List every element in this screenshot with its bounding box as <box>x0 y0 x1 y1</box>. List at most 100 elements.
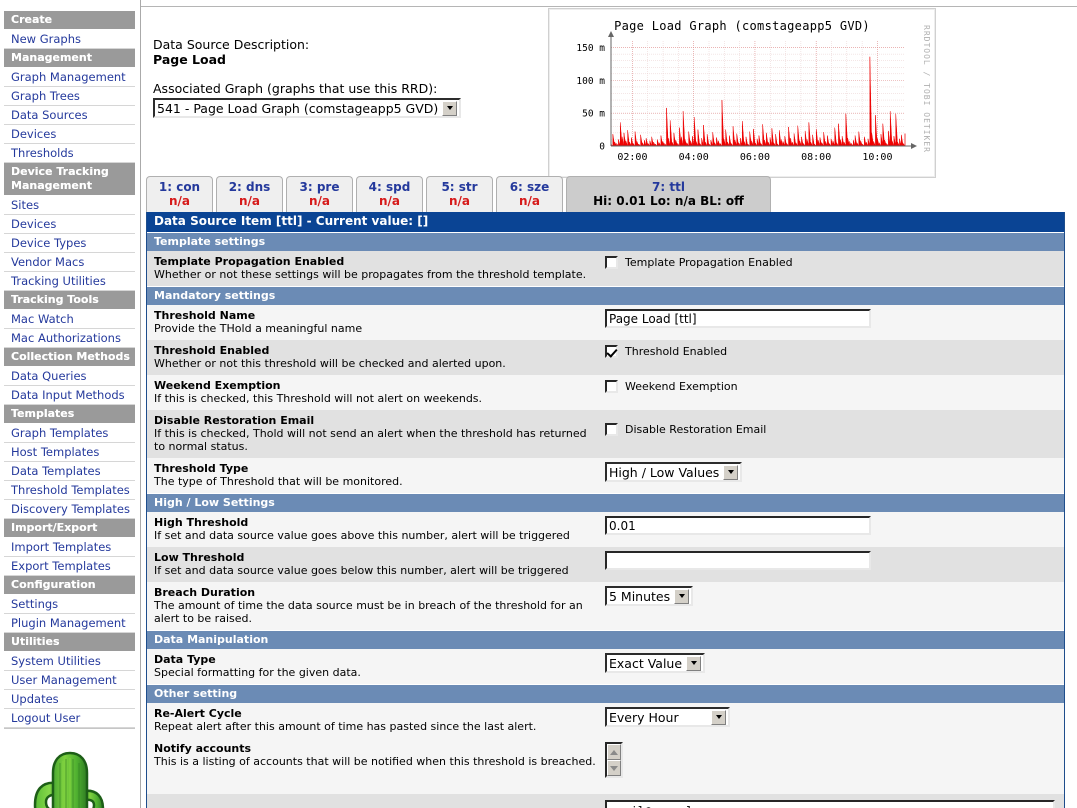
sidebar-item-discovery-templates[interactable]: Discovery Templates <box>4 500 135 519</box>
sidebar-item-data-input-methods[interactable]: Data Input Methods <box>4 386 135 405</box>
sidebar-item-import-templates[interactable]: Import Templates <box>4 538 135 557</box>
threshold-enabled-checkbox[interactable] <box>605 345 618 358</box>
sidebar-group-management: Management <box>4 49 135 68</box>
chevron-down-icon[interactable] <box>723 464 739 480</box>
sidebar-group-utilities: Utilities <box>4 633 135 652</box>
weekend-exemption-desc: If this is checked, this Threshold will … <box>154 392 483 405</box>
tab-value: n/a <box>168 194 191 208</box>
row-low-threshold: Low Threshold If set and data source val… <box>147 547 1064 582</box>
tab-label: 5: str <box>441 180 478 194</box>
notify-accounts-desc: This is a listing of accounts that will … <box>154 755 596 768</box>
tab-6-sze[interactable]: 6: sze n/a <box>496 176 563 212</box>
template-propagation-checkbox[interactable] <box>605 256 618 269</box>
data-type-select[interactable]: Exact Value <box>605 653 706 673</box>
low-threshold-desc: If set and data source value goes below … <box>154 564 569 577</box>
page-load-graph: Page Load Graph (comstageapp5 GVD) RRDTO… <box>548 8 936 178</box>
re-alert-cycle-title: Re-Alert Cycle <box>154 707 242 720</box>
chevron-down-icon[interactable] <box>686 655 702 671</box>
low-threshold-input[interactable] <box>605 551 871 570</box>
weekend-exemption-title: Weekend Exemption <box>154 379 281 392</box>
chevron-down-icon[interactable] <box>442 100 458 116</box>
associated-graph-select[interactable]: 541 - Page Load Graph (comstageapp5 GVD) <box>153 98 462 118</box>
sidebar-item-user-management[interactable]: User Management <box>4 671 135 690</box>
scroll-down-icon[interactable] <box>607 760 621 776</box>
sidebar-item-device-types[interactable]: Device Types <box>4 234 135 253</box>
sidebar-group-device-tracking-management: Device Tracking Management <box>4 163 135 196</box>
template-propagation-checkbox-label: Template Propagation Enabled <box>625 256 793 269</box>
datasource-description-block: Data Source Description: Page Load Assoc… <box>153 37 462 118</box>
sidebar-item-host-templates[interactable]: Host Templates <box>4 443 135 462</box>
sidebar-item-devices[interactable]: Devices <box>4 215 135 234</box>
section-data-manipulation: Data Manipulation <box>147 630 1064 649</box>
sidebar-item-graph-management[interactable]: Graph Management <box>4 68 135 87</box>
svg-text:02:00: 02:00 <box>617 152 647 163</box>
sidebar-item-thresholds[interactable]: Thresholds <box>4 144 135 163</box>
chevron-down-icon[interactable] <box>711 709 726 725</box>
tab-2-dns[interactable]: 2: dns n/a <box>216 176 283 212</box>
threshold-name-title: Threshold Name <box>154 309 256 322</box>
sidebar-item-threshold-templates[interactable]: Threshold Templates <box>4 481 135 500</box>
sidebar-group-import-export: Import/Export <box>4 519 135 538</box>
scroll-up-icon[interactable] <box>607 744 621 760</box>
sidebar-item-sites[interactable]: Sites <box>4 196 135 215</box>
breach-duration-desc: The amount of time the data source must … <box>154 599 583 625</box>
tab-4-spd[interactable]: 4: spd n/a <box>356 176 423 212</box>
high-threshold-desc: If set and data source value goes above … <box>154 529 570 542</box>
sidebar-item-settings[interactable]: Settings <box>4 595 135 614</box>
datasource-item-tabs: 1: con n/a 2: dns n/a 3: pre n/a 4: spd n/a 5: s… <box>146 176 774 212</box>
sidebar-item-logout-user[interactable]: Logout User <box>4 709 135 728</box>
tab-label: 7: ttl <box>652 180 685 194</box>
threshold-type-select[interactable]: High / Low Values <box>605 462 743 482</box>
section-mandatory-settings: Mandatory settings <box>147 286 1064 305</box>
svg-text:100 m: 100 m <box>576 76 605 87</box>
threshold-name-desc: Provide the THold a meaningful name <box>154 322 363 335</box>
tab-1-con[interactable]: 1: con n/a <box>146 176 213 212</box>
sidebar: Create New Graphs Management Graph Manageme… <box>0 0 141 808</box>
threshold-name-input[interactable]: Page Load [ttl] <box>605 309 871 328</box>
sidebar-item-devices[interactable]: Devices <box>4 125 135 144</box>
tab-3-pre[interactable]: 3: pre n/a <box>286 176 353 212</box>
tab-label: 4: spd <box>368 180 411 194</box>
sidebar-item-new-graphs[interactable]: New Graphs <box>4 30 135 49</box>
sidebar-nav: Create New Graphs Management Graph Manageme… <box>4 11 135 729</box>
sidebar-item-data-templates[interactable]: Data Templates <box>4 462 135 481</box>
sidebar-item-graph-trees[interactable]: Graph Trees <box>4 87 135 106</box>
threshold-form: Data Source Item [ttl] - Current value: … <box>146 212 1065 808</box>
sidebar-item-tracking-utilities[interactable]: Tracking Utilities <box>4 272 135 291</box>
tab-label: 6: sze <box>509 180 550 194</box>
chevron-down-icon[interactable] <box>674 588 690 604</box>
weekend-exemption-checkbox[interactable] <box>605 380 618 393</box>
sidebar-item-graph-templates[interactable]: Graph Templates <box>4 424 135 443</box>
section-template-settings: Template settings <box>147 232 1064 251</box>
sidebar-group-templates: Templates <box>4 405 135 424</box>
row-disable-restoration-email: Disable Restoration Email If this is che… <box>147 410 1064 458</box>
re-alert-cycle-desc: Repeat alert after this amount of time h… <box>154 720 537 733</box>
sidebar-item-vendor-macs[interactable]: Vendor Macs <box>4 253 135 272</box>
sidebar-item-system-utilities[interactable]: System Utilities <box>4 652 135 671</box>
breach-duration-select[interactable]: 5 Minutes <box>605 586 694 606</box>
sidebar-item-mac-watch[interactable]: Mac Watch <box>4 310 135 329</box>
sidebar-item-data-queries[interactable]: Data Queries <box>4 367 135 386</box>
datasource-description-value: Page Load <box>153 52 226 67</box>
high-threshold-title: High Threshold <box>154 516 249 529</box>
tab-label: 3: pre <box>299 180 340 194</box>
sidebar-item-data-sources[interactable]: Data Sources <box>4 106 135 125</box>
sidebar-item-mac-authorizations[interactable]: Mac Authorizations <box>4 329 135 348</box>
disable-restoration-email-checkbox[interactable] <box>605 423 618 436</box>
data-type-desc: Special formatting for the given data. <box>154 666 361 679</box>
sidebar-item-updates[interactable]: Updates <box>4 690 135 709</box>
tab-7-ttl[interactable]: 7: ttl Hi: 0.01 Lo: n/a BL: off <box>566 176 771 212</box>
extra-alert-emails-textarea[interactable]: email@example.com <box>605 800 1055 808</box>
sidebar-item-export-templates[interactable]: Export Templates <box>4 557 135 576</box>
re-alert-cycle-select[interactable]: Every Hour <box>605 707 730 727</box>
tab-value: n/a <box>238 194 261 208</box>
sidebar-item-plugin-management[interactable]: Plugin Management <box>4 614 135 633</box>
notify-accounts-listbox[interactable] <box>605 742 623 778</box>
row-breach-duration: Breach Duration The amount of time the d… <box>147 582 1064 630</box>
tab-value: n/a <box>308 194 331 208</box>
threshold-enabled-checkbox-label: Threshold Enabled <box>625 345 728 358</box>
low-threshold-title: Low Threshold <box>154 551 245 564</box>
high-threshold-input[interactable]: 0.01 <box>605 516 871 535</box>
tab-5-str[interactable]: 5: str n/a <box>426 176 493 212</box>
svg-text:150 m: 150 m <box>576 43 605 54</box>
